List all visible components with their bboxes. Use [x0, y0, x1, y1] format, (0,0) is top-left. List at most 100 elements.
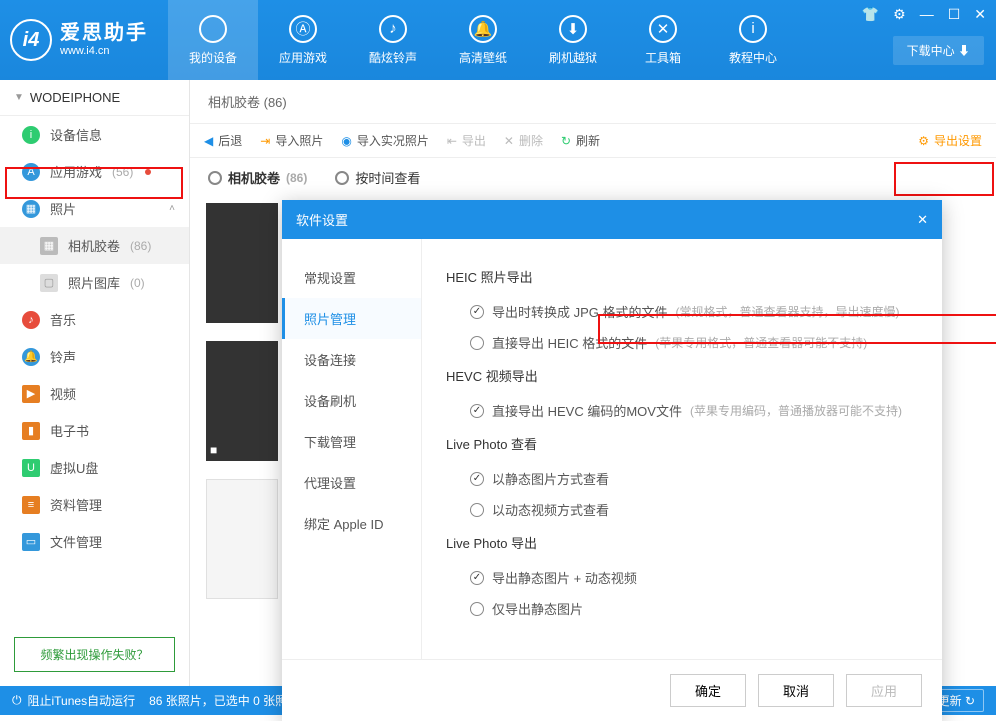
close-icon[interactable]: ✕ [974, 6, 986, 23]
radio-icon [335, 171, 349, 185]
section-hevc: HEVC 视频导出 [446, 366, 918, 385]
export-button[interactable]: ⇤导出 [447, 132, 486, 149]
download-center-button[interactable]: 下载中心 ⬇ [893, 36, 984, 65]
minimize-icon[interactable]: — [920, 6, 934, 23]
delete-button[interactable]: ✕删除 [504, 132, 543, 149]
ok-button[interactable]: 确定 [670, 674, 746, 707]
tab-wallpaper[interactable]: 🔔高清壁纸 [438, 0, 528, 80]
nav-proxy[interactable]: 代理设置 [282, 462, 421, 503]
refresh-icon: ↻ [965, 694, 975, 708]
import-live-button[interactable]: ◉导入实况照片 [341, 132, 429, 149]
radio-icon [208, 171, 222, 185]
info-icon: i [739, 15, 767, 43]
opt-hevc-mov[interactable]: 直接导出 HEVC 编码的MOV文件(苹果专用编码，普通播放器可能不支持) [446, 395, 918, 426]
sidebar-item-deviceinfo[interactable]: i设备信息 [0, 116, 189, 153]
sidebar-item-cameraroll[interactable]: ▦相机胶卷(86) [0, 227, 189, 264]
file-icon: ▭ [22, 533, 40, 551]
tab-ringtones[interactable]: ♪酷炫铃声 [348, 0, 438, 80]
sidebar-item-files[interactable]: ▭文件管理 [0, 523, 189, 560]
apps-icon: A [22, 163, 40, 181]
device-header[interactable]: ▼WODEIPHONE [0, 80, 189, 116]
tab-cameraroll[interactable]: 相机胶卷(86) [208, 168, 307, 187]
sidebar-item-photos[interactable]: ▦照片˄ [0, 190, 189, 227]
bell-icon: 🔔 [22, 348, 40, 366]
sidebar-item-ringtone[interactable]: 🔔铃声 [0, 338, 189, 375]
tab-tutorials[interactable]: i教程中心 [708, 0, 798, 80]
chevron-up-icon: ˄ [169, 203, 175, 214]
help-link[interactable]: 频繁出现操作失败？ [14, 637, 175, 672]
apps-icon: Ⓐ [289, 15, 317, 43]
import-photo-button[interactable]: ⇥导入照片 [260, 132, 323, 149]
opt-heic-jpg[interactable]: 导出时转换成 JPG 格式的文件(常规格式，普通查看器支持，导出速度慢) [446, 296, 918, 327]
sidebar-item-video[interactable]: ▶视频 [0, 375, 189, 412]
sidebar-item-apps[interactable]: A应用游戏(56) [0, 153, 189, 190]
photo-icon: ▦ [22, 200, 40, 218]
view-tabs: 相机胶卷(86) 按时间查看 [190, 158, 996, 197]
tab-jailbreak[interactable]: ⬇刷机越狱 [528, 0, 618, 80]
refresh-button[interactable]: ↻刷新 [561, 132, 600, 149]
close-icon[interactable]: ✕ [917, 212, 928, 228]
sidebar: ▼WODEIPHONE i设备信息 A应用游戏(56) ▦照片˄ ▦相机胶卷(8… [0, 80, 190, 686]
breadcrumb: 相机胶卷 (86) [190, 80, 996, 123]
export-settings-button[interactable]: ⚙导出设置 [918, 132, 982, 149]
gear-icon: ⚙ [918, 134, 929, 148]
sidebar-item-music[interactable]: ♪音乐 [0, 301, 189, 338]
app-name: 爱思助手 [60, 21, 148, 45]
tshirt-icon[interactable]: 👕 [862, 6, 879, 23]
nav-download[interactable]: 下载管理 [282, 421, 421, 462]
sidebar-item-data[interactable]: ≡资料管理 [0, 486, 189, 523]
gear-icon[interactable]: ⚙ [893, 6, 906, 23]
opt-live-static[interactable]: 以静态图片方式查看 [446, 463, 918, 494]
apply-button[interactable]: 应用 [846, 674, 922, 707]
tab-my-device[interactable]: 我的设备 [168, 0, 258, 80]
bell-icon: 🔔 [469, 15, 497, 43]
photo-thumb[interactable] [206, 479, 278, 599]
power-icon: ⏻ [12, 693, 22, 708]
radio-icon [470, 472, 484, 486]
modal-title: 软件设置 [296, 210, 348, 229]
nav-appleid[interactable]: 绑定 Apple ID [282, 503, 421, 544]
opt-live-dynamic[interactable]: 以动态视频方式查看 [446, 494, 918, 525]
nav-photo[interactable]: 照片管理 [282, 298, 421, 339]
section-liveview: Live Photo 查看 [446, 434, 918, 453]
tab-bytime[interactable]: 按时间查看 [335, 168, 420, 187]
radio-icon [470, 571, 484, 585]
nav-general[interactable]: 常规设置 [282, 257, 421, 298]
import-icon: ⇥ [260, 134, 270, 148]
tab-apps[interactable]: Ⓐ应用游戏 [258, 0, 348, 80]
app-url: www.i4.cn [60, 45, 148, 58]
maximize-icon[interactable]: ☐ [948, 6, 961, 23]
video-icon: ▶ [22, 385, 40, 403]
modal-header: 软件设置 ✕ [282, 200, 942, 239]
book-icon: ▮ [22, 422, 40, 440]
main-tabs: 我的设备 Ⓐ应用游戏 ♪酷炫铃声 🔔高清壁纸 ⬇刷机越狱 ✕工具箱 i教程中心 [168, 0, 798, 80]
note-icon: ♪ [379, 15, 407, 43]
nav-connect[interactable]: 设备连接 [282, 339, 421, 380]
opt-heic-raw[interactable]: 直接导出 HEIC 格式的文件(苹果专用格式，普通查看器可能不支持) [446, 327, 918, 358]
video-thumb[interactable]: ■ [206, 341, 278, 461]
main-panel: 相机胶卷 (86) ◀后退 ⇥导入照片 ◉导入实况照片 ⇤导出 ✕删除 ↻刷新 … [190, 80, 996, 686]
download-icon: ⬇ [559, 15, 587, 43]
folder-icon: ▢ [40, 274, 58, 292]
live-icon: ◉ [341, 134, 351, 148]
itunes-block-toggle[interactable]: ⏻阻止iTunes自动运行 [12, 692, 135, 709]
nav-flash[interactable]: 设备刷机 [282, 380, 421, 421]
app-header: i4 爱思助手 www.i4.cn 我的设备 Ⓐ应用游戏 ♪酷炫铃声 🔔高清壁纸… [0, 0, 996, 80]
photo-thumb[interactable] [206, 203, 278, 323]
opt-export-static[interactable]: 仅导出静态图片 [446, 593, 918, 624]
modal-footer: 确定 取消 应用 [282, 659, 942, 721]
tab-toolbox[interactable]: ✕工具箱 [618, 0, 708, 80]
radio-icon [470, 404, 484, 418]
cancel-button[interactable]: 取消 [758, 674, 834, 707]
radio-icon [470, 305, 484, 319]
badge-dot [145, 169, 151, 175]
back-button[interactable]: ◀后退 [204, 132, 242, 149]
sidebar-item-ebook[interactable]: ▮电子书 [0, 412, 189, 449]
sidebar-item-photolib[interactable]: ▢照片图库(0) [0, 264, 189, 301]
modal-content: HEIC 照片导出 导出时转换成 JPG 格式的文件(常规格式，普通查看器支持，… [422, 239, 942, 659]
opt-export-both[interactable]: 导出静态图片 + 动态视频 [446, 562, 918, 593]
sidebar-item-udisk[interactable]: U虚拟U盘 [0, 449, 189, 486]
apple-icon [199, 15, 227, 43]
album-icon: ▦ [40, 237, 58, 255]
chevron-down-icon: ▼ [14, 92, 24, 103]
